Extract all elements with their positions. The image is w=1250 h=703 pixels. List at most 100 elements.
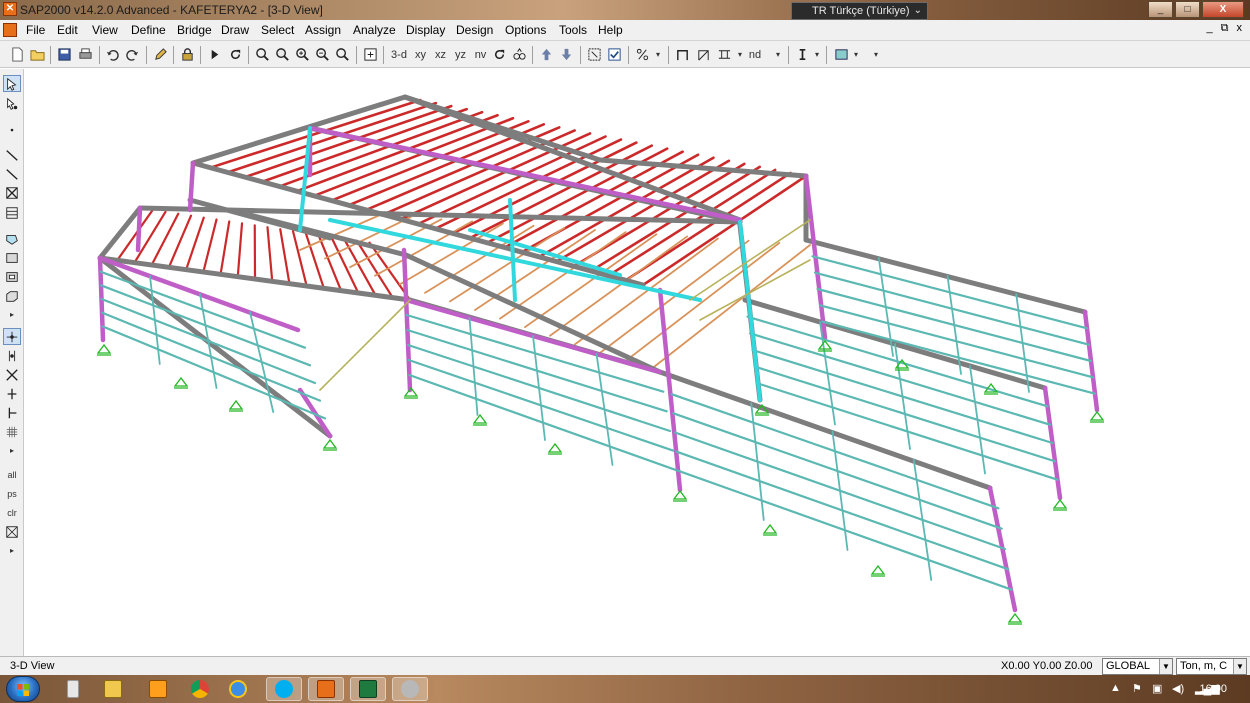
- roof-purlin[interactable]: [312, 116, 515, 198]
- close-button[interactable]: X: [1202, 1, 1244, 18]
- menu-help[interactable]: Help: [598, 23, 623, 37]
- previous-select-button[interactable]: ps: [3, 485, 21, 502]
- line-icon[interactable]: [3, 146, 21, 163]
- coordinate-system-select[interactable]: GLOBAL ▼: [1102, 658, 1173, 675]
- wall-post[interactable]: [532, 335, 546, 441]
- support-icon[interactable]: [228, 399, 244, 412]
- snap-point-icon[interactable]: [3, 328, 21, 345]
- column[interactable]: [401, 247, 413, 393]
- support-icon[interactable]: [817, 339, 833, 352]
- support-icon[interactable]: [96, 343, 112, 356]
- wall-post[interactable]: [199, 293, 218, 389]
- roof-purlin[interactable]: [266, 226, 274, 283]
- snap-perpendicular-icon[interactable]: [3, 385, 21, 402]
- tray-flag-icon[interactable]: ⚑: [1132, 682, 1142, 695]
- zoom-window-icon[interactable]: [253, 45, 272, 64]
- floor-beam[interactable]: [549, 235, 689, 337]
- poly-icon[interactable]: [3, 204, 21, 221]
- taskbar-media-player-icon[interactable]: [140, 677, 176, 701]
- reshape-icon[interactable]: [3, 95, 21, 112]
- wall-post[interactable]: [750, 402, 765, 521]
- brace-icon[interactable]: [694, 45, 713, 64]
- snap-line-icon[interactable]: [3, 404, 21, 421]
- tray-device-icon[interactable]: ▣: [1152, 682, 1162, 695]
- rafter[interactable]: [403, 252, 663, 375]
- intersect-icon[interactable]: [3, 523, 21, 540]
- print-icon[interactable]: [76, 45, 95, 64]
- menu-tools[interactable]: Tools: [559, 23, 587, 37]
- roof-purlin[interactable]: [202, 218, 218, 274]
- rafter[interactable]: [803, 237, 1088, 315]
- left-toolbar-overflow-1[interactable]: ▸: [3, 306, 21, 323]
- roof-purlin[interactable]: [185, 216, 205, 271]
- rafter[interactable]: [247, 212, 409, 258]
- support-icon[interactable]: [1089, 410, 1105, 423]
- sap2000-app-icon[interactable]: ✕: [3, 2, 17, 16]
- support-icon[interactable]: [322, 438, 338, 451]
- wall-post[interactable]: [149, 275, 161, 365]
- rotate-icon[interactable]: [490, 45, 509, 64]
- menu-bridge[interactable]: Bridge: [177, 23, 212, 37]
- maximize-button[interactable]: □: [1175, 1, 1200, 18]
- select-all-icon[interactable]: [585, 45, 604, 64]
- taskbar-file-icon[interactable]: [55, 677, 91, 701]
- rect-area-icon[interactable]: [3, 249, 21, 266]
- support-icon[interactable]: [672, 489, 688, 502]
- toolbar-overflow-2[interactable]: ▾: [773, 45, 783, 64]
- wall-post[interactable]: [969, 365, 986, 475]
- column[interactable]: [187, 160, 196, 213]
- point-icon[interactable]: [3, 121, 21, 138]
- grid-snap-icon[interactable]: [3, 423, 21, 440]
- taskbar-excel-icon[interactable]: [350, 677, 386, 701]
- display-dropdown[interactable]: ▾: [851, 45, 861, 64]
- left-toolbar-overflow-3[interactable]: ▸: [3, 542, 21, 559]
- support-icon[interactable]: [762, 523, 778, 536]
- checkbox-icon[interactable]: [605, 45, 624, 64]
- support-icon[interactable]: [1007, 612, 1023, 625]
- redo-icon[interactable]: [123, 45, 142, 64]
- menu-file[interactable]: File: [26, 23, 45, 37]
- line-quick-icon[interactable]: [3, 165, 21, 182]
- pan-icon[interactable]: [361, 45, 380, 64]
- roof-purlin[interactable]: [295, 113, 499, 193]
- display-icon[interactable]: [832, 45, 851, 64]
- dimension-dropdown[interactable]: ▾: [812, 45, 822, 64]
- refresh-icon[interactable]: [226, 45, 245, 64]
- brace[interactable]: [319, 299, 411, 391]
- lock-icon[interactable]: [178, 45, 197, 64]
- tray-speaker-icon[interactable]: ◀): [1172, 682, 1184, 695]
- taskbar-game-icon[interactable]: [392, 677, 428, 701]
- dimension-icon[interactable]: [793, 45, 812, 64]
- nd-button[interactable]: nd: [745, 45, 765, 64]
- menu-display[interactable]: Display: [406, 23, 445, 37]
- wall-post[interactable]: [831, 430, 849, 551]
- roof-purlin[interactable]: [279, 228, 291, 285]
- undo-icon[interactable]: [103, 45, 122, 64]
- roof-purlin[interactable]: [291, 230, 308, 288]
- down-icon[interactable]: [557, 45, 576, 64]
- start-button[interactable]: [6, 676, 40, 702]
- brace[interactable]: [738, 220, 762, 402]
- menu-edit[interactable]: Edit: [57, 23, 78, 37]
- roof-purlin[interactable]: [260, 107, 468, 184]
- menu-view[interactable]: View: [92, 23, 118, 37]
- wall-post[interactable]: [595, 353, 614, 466]
- section-icon[interactable]: [715, 45, 734, 64]
- taskbar-folder-icon[interactable]: [95, 677, 131, 701]
- column[interactable]: [97, 255, 301, 333]
- rafter[interactable]: [190, 160, 646, 288]
- pencil-icon[interactable]: [151, 45, 170, 64]
- menu-options[interactable]: Options: [505, 23, 546, 37]
- frame-icon[interactable]: [673, 45, 692, 64]
- zoom-full-icon[interactable]: [273, 45, 292, 64]
- taskbar-ie-icon[interactable]: [220, 677, 256, 701]
- wall-post[interactable]: [1015, 293, 1030, 393]
- support-icon[interactable]: [547, 442, 563, 455]
- toolbar-overflow-1[interactable]: ▾: [653, 45, 663, 64]
- menu-analyze[interactable]: Analyze: [353, 23, 396, 37]
- zoom-previous-icon[interactable]: [333, 45, 352, 64]
- toolbar-overflow-3[interactable]: ▾: [871, 45, 881, 64]
- mdi-restore-button[interactable]: ⧉: [1221, 22, 1229, 35]
- column[interactable]: [297, 387, 333, 439]
- area-icon[interactable]: [3, 230, 21, 247]
